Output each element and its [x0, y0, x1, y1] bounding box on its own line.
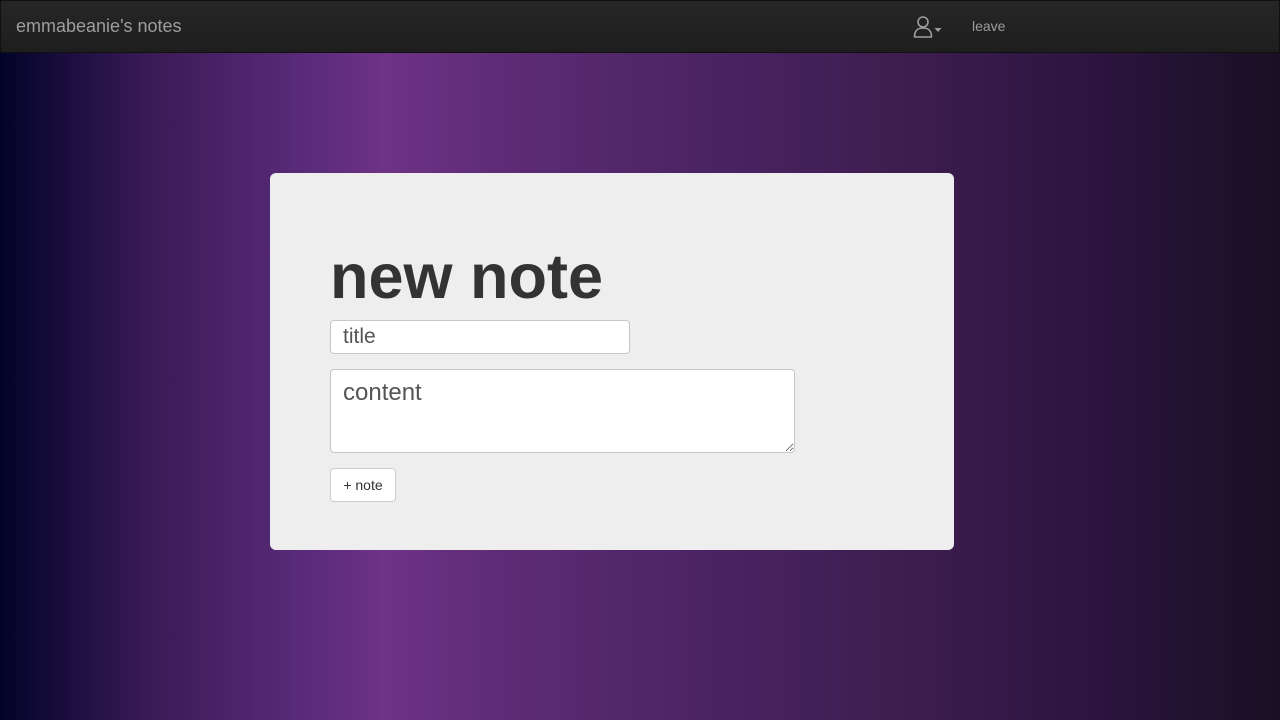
- brand-link[interactable]: emmabeanie's notes: [16, 16, 182, 36]
- new-note-panel: new note + note: [270, 173, 954, 550]
- content-textarea[interactable]: [330, 369, 795, 453]
- user-outline-icon: [913, 16, 942, 38]
- caret-down-icon: [934, 28, 942, 32]
- top-navbar: emmabeanie's notes leave: [0, 0, 1280, 53]
- page-title: new note: [330, 242, 604, 312]
- user-menu-dropdown[interactable]: [913, 15, 943, 39]
- title-input[interactable]: [330, 320, 630, 354]
- leave-link[interactable]: leave: [972, 18, 1005, 34]
- add-note-button[interactable]: + note: [330, 468, 396, 502]
